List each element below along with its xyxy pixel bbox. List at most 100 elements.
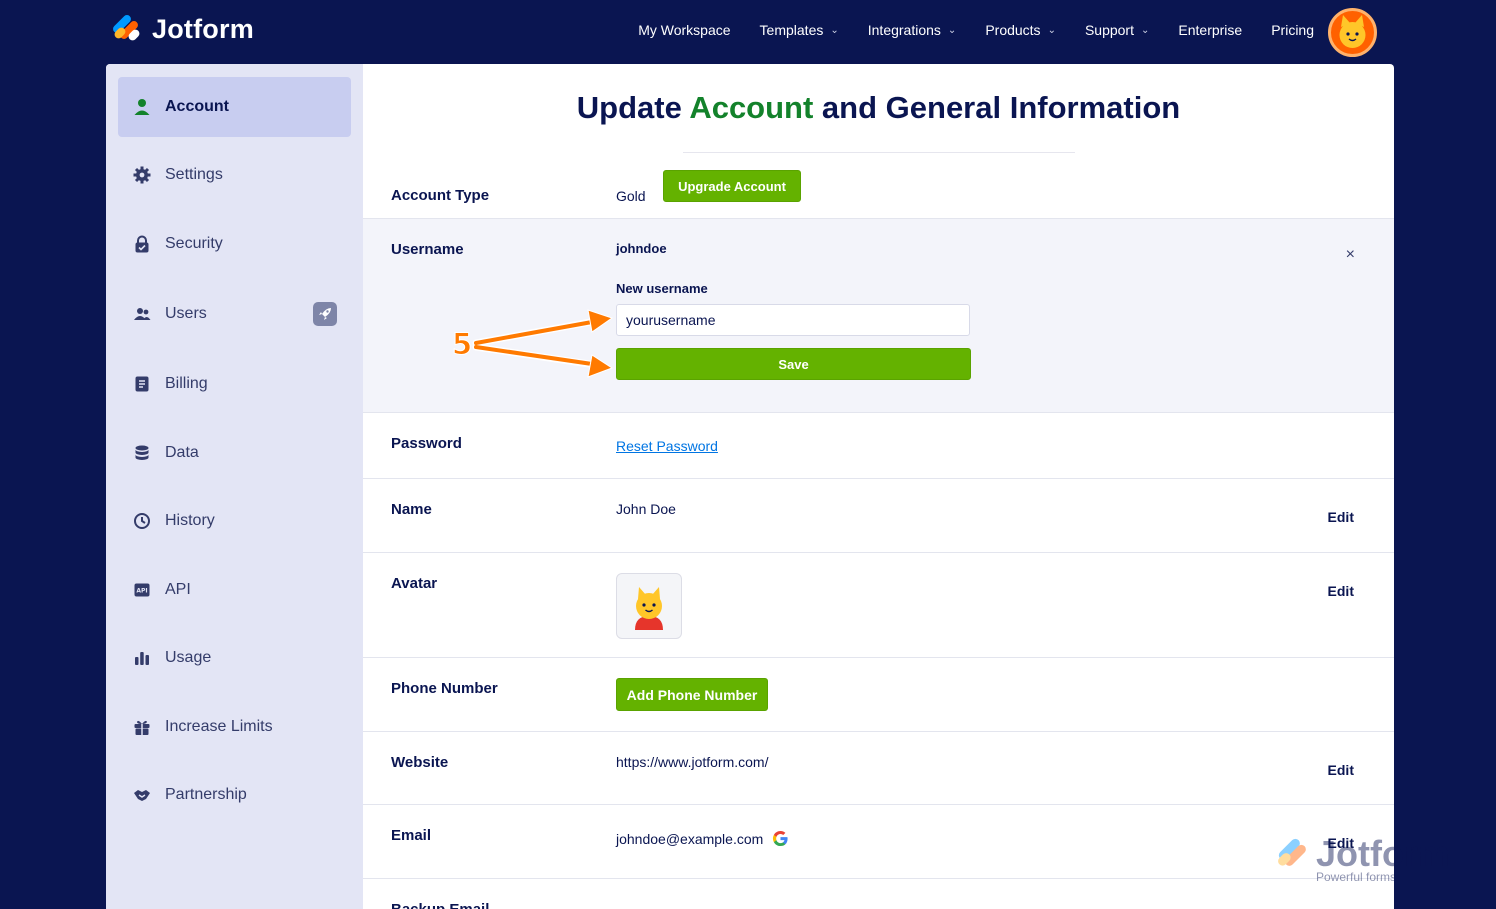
sidebar-item-billing[interactable]: Billing — [118, 354, 351, 414]
name-row: Name John Doe Edit — [363, 479, 1394, 553]
add-phone-number-button[interactable]: Add Phone Number — [616, 678, 768, 711]
current-username: johndoe — [616, 241, 667, 256]
settings-card: Account Settings Security Users Billing … — [106, 64, 1394, 909]
username-row: Username johndoe × New username youruser… — [363, 219, 1394, 413]
reset-password-link[interactable]: Reset Password — [616, 438, 718, 454]
chevron-down-icon: ⌄ — [947, 24, 957, 36]
email-value-wrap: johndoe@example.com — [616, 830, 789, 847]
top-navbar: Jotform My Workspace Templates ⌄ Integrat… — [0, 0, 1496, 64]
sidebar-item-label: Usage — [165, 649, 212, 666]
row-label: Account Type — [391, 187, 490, 204]
billing-icon — [133, 375, 151, 393]
nav-integrations[interactable]: Integrations ⌄ — [868, 22, 957, 38]
account-main: Update Account and General Information A… — [363, 64, 1394, 909]
row-label: Avatar — [391, 575, 438, 592]
sidebar-item-label: Security — [165, 235, 223, 252]
nav-label: Products — [985, 22, 1041, 38]
title-part: Update — [576, 90, 690, 125]
row-label: Username — [391, 241, 464, 258]
upgrade-account-button[interactable]: Upgrade Account — [663, 170, 801, 202]
name-value: John Doe — [616, 501, 676, 517]
sidebar-item-api[interactable]: API API — [118, 560, 351, 620]
avatar-row: Avatar Edit — [363, 553, 1394, 658]
nav-pricing[interactable]: Pricing — [1271, 22, 1314, 38]
jotform-logo-icon — [111, 12, 142, 45]
sidebar-item-label: Partnership — [165, 786, 247, 803]
step-number-annotation: 5 — [451, 327, 473, 362]
row-label: Password — [391, 435, 462, 452]
new-username-label: New username — [616, 281, 708, 296]
avatar-image — [616, 573, 682, 639]
sidebar-item-account[interactable]: Account — [118, 77, 351, 137]
edit-avatar-button[interactable]: Edit — [1328, 583, 1354, 599]
website-row: Website https://www.jotform.com/ Edit — [363, 732, 1394, 805]
cat-avatar-icon — [635, 587, 663, 630]
nav-label: Pricing — [1271, 22, 1314, 38]
title-divider — [683, 152, 1075, 153]
lock-icon — [133, 235, 151, 253]
edit-name-button[interactable]: Edit — [1328, 509, 1354, 525]
sidebar-item-data[interactable]: Data — [118, 423, 351, 483]
user-icon — [133, 98, 151, 116]
edit-website-button[interactable]: Edit — [1328, 762, 1354, 778]
handshake-icon — [133, 786, 151, 804]
sidebar-item-label: Account — [165, 98, 229, 115]
svg-text:API: API — [136, 588, 147, 595]
sidebar-item-security[interactable]: Security — [118, 214, 351, 274]
email-value: johndoe@example.com — [616, 830, 764, 847]
nav-products[interactable]: Products ⌄ — [985, 22, 1056, 38]
nav-label: Templates — [759, 22, 824, 38]
brand-name: Jotform — [152, 14, 254, 44]
row-label: Website — [391, 754, 449, 771]
page-title: Update Account and General Information — [363, 90, 1394, 126]
cat-avatar-icon — [1339, 15, 1366, 48]
row-label: Phone Number — [391, 680, 498, 697]
sidebar-item-usage[interactable]: Usage — [118, 628, 351, 688]
database-icon — [133, 444, 151, 462]
nav-enterprise[interactable]: Enterprise — [1178, 22, 1242, 38]
chevron-down-icon: ⌄ — [1047, 24, 1056, 36]
google-icon — [773, 830, 788, 847]
row-label: Email — [391, 827, 432, 844]
gift-icon — [133, 718, 151, 736]
gear-icon — [133, 166, 151, 184]
title-highlight: Account — [689, 90, 814, 125]
sidebar-item-label: API — [165, 581, 191, 598]
website-value: https://www.jotform.com/ — [616, 754, 769, 770]
main-nav: My Workspace Templates ⌄ Integrations ⌄ Pr… — [638, 22, 1314, 38]
sidebar-item-settings[interactable]: Settings — [118, 145, 351, 205]
save-button[interactable]: Save — [616, 348, 971, 380]
new-username-input[interactable]: yourusername — [616, 304, 970, 336]
api-icon: API — [133, 581, 151, 599]
sidebar-item-label: Billing — [165, 375, 208, 392]
sidebar-item-label: Settings — [165, 166, 223, 183]
sidebar-item-label: History — [165, 512, 215, 529]
close-icon[interactable]: × — [1346, 246, 1355, 264]
nav-label: My Workspace — [638, 22, 731, 38]
nav-templates[interactable]: Templates ⌄ — [760, 22, 839, 38]
users-icon — [133, 305, 151, 323]
nav-label: Enterprise — [1178, 22, 1243, 38]
sidebar-item-users[interactable]: Users — [118, 284, 351, 344]
account-type-row: Account Type Gold Upgrade Account — [363, 154, 1394, 219]
edit-email-button[interactable]: Edit — [1328, 835, 1354, 851]
sidebar-item-label: Increase Limits — [165, 718, 273, 735]
sidebar-item-history[interactable]: History — [118, 491, 351, 551]
sidebar-item-increase-limits[interactable]: Increase Limits — [118, 697, 351, 757]
rocket-icon — [313, 302, 337, 326]
chevron-down-icon: ⌄ — [830, 24, 839, 36]
user-avatar-button[interactable] — [1328, 8, 1377, 57]
sidebar-item-partnership[interactable]: Partnership — [118, 765, 351, 825]
history-icon — [133, 512, 151, 530]
title-part: and General Information — [813, 90, 1181, 125]
nav-support[interactable]: Support ⌄ — [1085, 22, 1149, 38]
jotform-logo[interactable]: Jotform — [111, 12, 254, 45]
backup-email-row: Backup Email — [363, 879, 1394, 909]
phone-row: Phone Number Add Phone Number — [363, 658, 1394, 732]
row-label: Name — [391, 501, 432, 518]
row-label: Backup Email — [391, 901, 489, 909]
sidebar-item-label: Data — [165, 444, 199, 461]
account-type-value: Gold — [616, 188, 646, 204]
nav-my-workspace[interactable]: My Workspace — [638, 22, 730, 38]
email-row: Email johndoe@example.com Edit — [363, 805, 1394, 879]
